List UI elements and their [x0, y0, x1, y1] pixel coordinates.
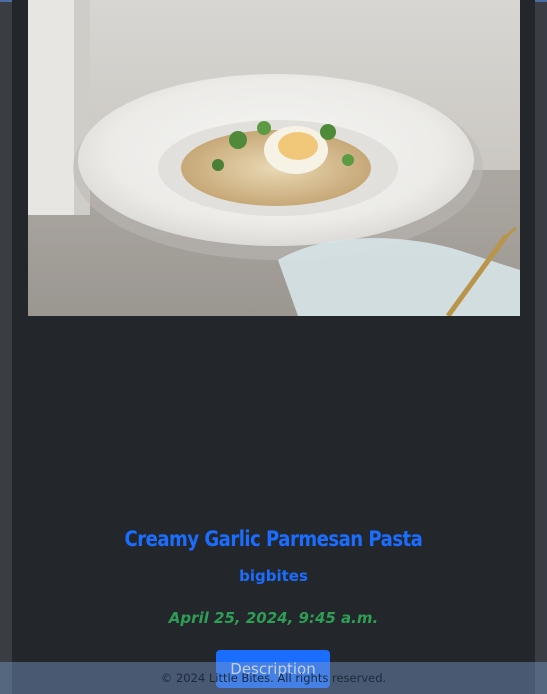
post-image: [28, 0, 520, 316]
post-title[interactable]: Creamy Garlic Parmesan Pasta: [38, 527, 508, 551]
pasta-photo: [28, 0, 520, 316]
post-date: April 25, 2024, 9:45 a.m.: [168, 609, 379, 627]
post-author[interactable]: bigbites: [0, 567, 547, 585]
page: Creamy Garlic Parmesan Pasta bigbites Ap…: [0, 0, 547, 694]
footer-copyright: © 2024 Little Bites. All rights reserved…: [160, 671, 387, 685]
footer: © 2024 Little Bites. All rights reserved…: [0, 662, 547, 694]
